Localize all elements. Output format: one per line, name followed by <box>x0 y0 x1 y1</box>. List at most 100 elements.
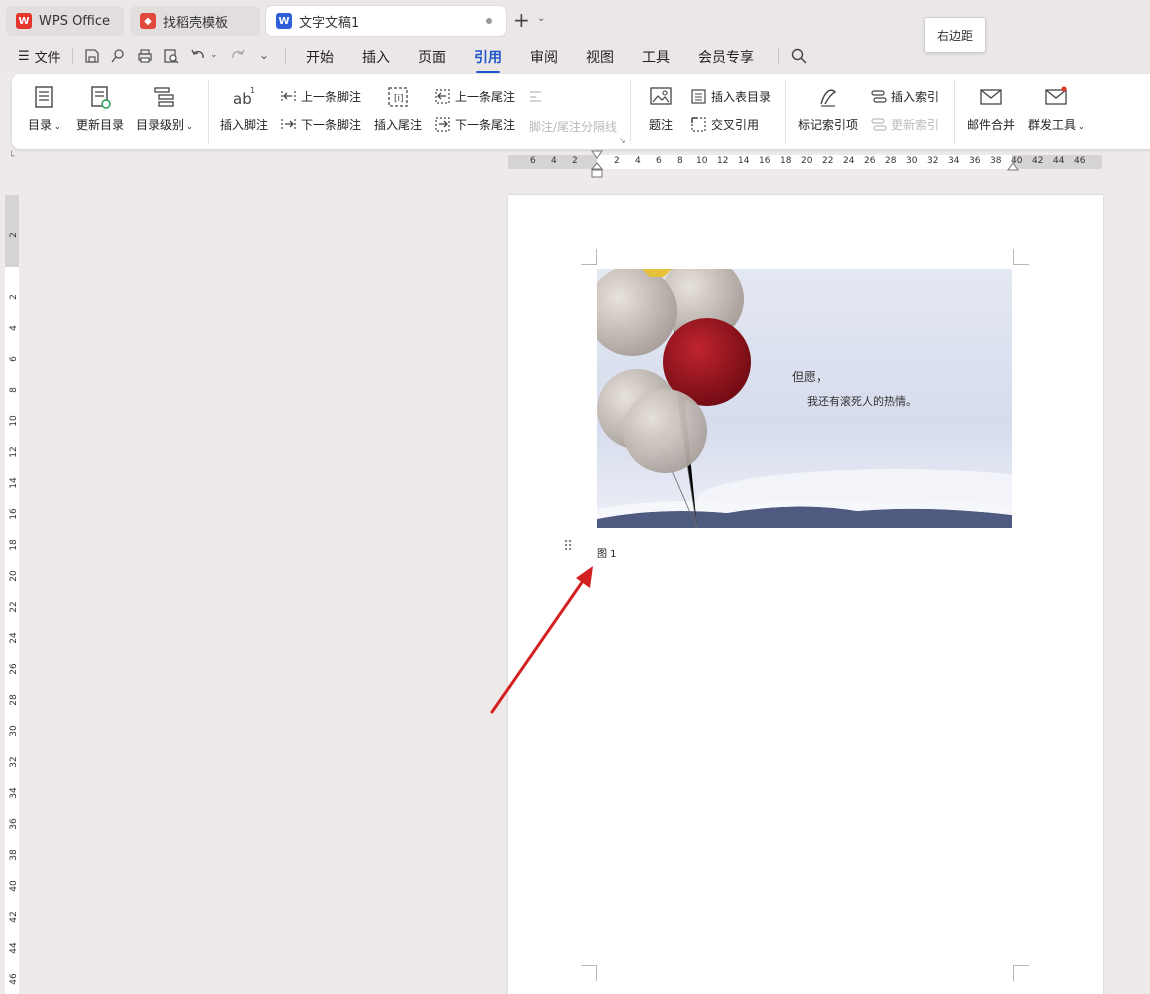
ruler-tick: 2 <box>9 294 19 300</box>
ruler-tick: 16 <box>759 156 771 166</box>
divider <box>208 80 209 144</box>
ruler-tick: 24 <box>843 156 855 166</box>
crop-mark <box>581 249 597 265</box>
separator-icon-area <box>527 88 548 105</box>
chevron-down-icon[interactable]: ⌄ <box>537 13 545 24</box>
ruler-tick: 26 <box>864 156 876 166</box>
figure-caption[interactable]: 图 1 <box>597 545 617 560</box>
undo-icon[interactable] <box>190 48 206 64</box>
prev-endnote-button[interactable]: 上一条尾注 <box>434 88 515 105</box>
tab-review[interactable]: 审阅 <box>530 47 558 67</box>
ruler-tick: 46 <box>9 973 19 985</box>
tab-home[interactable]: 开始 <box>306 47 334 67</box>
ruler-tick: 26 <box>9 663 19 675</box>
right-indent-marker-icon[interactable] <box>1007 162 1019 172</box>
footnote-separator-button[interactable]: 脚注/尾注分隔线 <box>529 118 617 135</box>
indent-marker-icon[interactable] <box>591 150 603 180</box>
dialog-launcher-icon[interactable]: ↘ <box>619 136 626 145</box>
prev-footnote-button[interactable]: 上一条脚注 <box>280 88 361 105</box>
chevron-down-icon: ⌄ <box>186 122 193 131</box>
document-page[interactable]: 但愿， 我还有滚死人的热情。 <box>508 195 1103 994</box>
customize-toolbar-icon[interactable]: ⌄ <box>259 48 275 64</box>
toc-label: 目录 <box>28 118 53 132</box>
redo-icon[interactable] <box>230 48 246 64</box>
file-menu-button[interactable]: ☰ 文件 <box>18 47 61 66</box>
ruler-tick: 4 <box>551 156 557 166</box>
toc-level-button[interactable]: 目录级别 ⌄ <box>136 84 193 133</box>
insert-table-of-figures-button[interactable]: 插入表目录 <box>690 88 771 105</box>
tab-insert[interactable]: 插入 <box>362 47 390 67</box>
ruler-tick: 30 <box>906 156 918 166</box>
ruler-tick: 32 <box>927 156 939 166</box>
ruler-tick: 12 <box>717 156 729 166</box>
tab-member[interactable]: 会员专享 <box>698 47 754 67</box>
tab-tools[interactable]: 工具 <box>642 47 670 67</box>
mark-index-button[interactable]: 标记索引项 <box>798 84 858 133</box>
balloon-photo[interactable]: 但愿， 我还有滚死人的热情。 <box>597 269 1012 528</box>
footnote-icon: ab1 <box>233 86 255 108</box>
tab-document-1[interactable]: W 文字文稿1 <box>266 6 506 36</box>
ruler-tick: 8 <box>9 387 19 393</box>
search-icon[interactable] <box>791 48 807 64</box>
tab-page[interactable]: 页面 <box>418 47 446 67</box>
print-icon[interactable] <box>137 48 153 64</box>
ruler-tick: 2 <box>614 156 620 166</box>
ruler-tick: 22 <box>822 156 834 166</box>
caption-label: 题注 <box>648 118 673 132</box>
update-index-button[interactable]: 更新索引 <box>870 116 939 133</box>
insert-endnote-label: 插入尾注 <box>374 118 423 132</box>
tab-docer-templates[interactable]: ◆ 找稻壳模板 <box>130 6 260 36</box>
wps-logo-icon: W <box>16 13 32 29</box>
print-preview-icon[interactable] <box>163 48 179 64</box>
insert-index-icon <box>871 90 887 103</box>
tooltip-right-margin: 右边距 <box>924 17 986 53</box>
next-footnote-button[interactable]: 下一条脚注 <box>280 116 361 133</box>
tab-label: WPS Office <box>39 13 111 29</box>
mail-merge-button[interactable]: 邮件合并 <box>967 84 1015 133</box>
insert-index-button[interactable]: 插入索引 <box>870 88 939 105</box>
word-doc-icon: W <box>276 13 292 29</box>
insert-footnote-button[interactable]: ab 1 插入脚注 <box>220 84 268 133</box>
vertical-ruler[interactable]: 2 2 4 6 8 10 12 14 16 18 20 22 24 26 28 … <box>5 195 19 994</box>
tab-references[interactable]: 引用 <box>474 47 502 73</box>
update-toc-button[interactable]: 更新目录 <box>76 84 124 133</box>
svg-text:ab: ab <box>233 90 252 108</box>
bulk-mail-icon <box>1045 86 1068 105</box>
ruler-tick: 10 <box>696 156 708 166</box>
tab-wps-office[interactable]: W WPS Office <box>6 6 124 36</box>
chevron-down-icon: ⌄ <box>1078 122 1085 131</box>
next-footnote-label: 下一条脚注 <box>301 118 362 132</box>
save-icon[interactable] <box>84 48 100 64</box>
bulk-send-button[interactable]: 群发工具 ⌄ <box>1028 84 1085 133</box>
image-caption-icon <box>650 87 672 105</box>
next-endnote-icon <box>435 117 450 132</box>
hamburger-icon: ☰ <box>18 49 30 64</box>
caption-button[interactable]: 题注 <box>648 84 674 133</box>
divider <box>785 80 786 144</box>
next-endnote-button[interactable]: 下一条尾注 <box>434 116 515 133</box>
toc-button[interactable]: 目录 ⌄ <box>28 84 61 133</box>
ruler-tick: 6 <box>530 156 536 166</box>
svg-text:[i]: [i] <box>394 94 404 104</box>
prev-footnote-label: 上一条脚注 <box>301 90 362 104</box>
drag-handle-icon[interactable]: ⠿ <box>563 540 573 554</box>
ruler-tick: 24 <box>9 632 19 644</box>
cross-reference-button[interactable]: 交叉引用 <box>690 116 759 133</box>
ruler-corner-icon[interactable]: └ <box>9 152 14 162</box>
mail-merge-label: 邮件合并 <box>967 118 1016 132</box>
ruler-tick: 10 <box>9 415 19 427</box>
ruler-tick: 44 <box>1053 156 1065 166</box>
ruler-tick: 8 <box>677 156 683 166</box>
ruler-tick: 28 <box>885 156 897 166</box>
format-painter-icon[interactable] <box>110 48 126 64</box>
new-tab-button[interactable]: + <box>513 9 530 31</box>
unsaved-dot-icon[interactable] <box>486 18 492 24</box>
prev-endnote-label: 上一条尾注 <box>455 90 516 104</box>
tab-view[interactable]: 视图 <box>586 47 614 67</box>
divider <box>778 48 779 64</box>
crop-mark <box>581 965 597 981</box>
insert-table-of-figures-label: 插入表目录 <box>711 90 772 104</box>
insert-endnote-button[interactable]: [i] 插入尾注 <box>374 84 422 133</box>
undo-dropdown-icon[interactable]: ⌄ <box>210 50 226 66</box>
tab-label: 找稻壳模板 <box>163 15 229 31</box>
